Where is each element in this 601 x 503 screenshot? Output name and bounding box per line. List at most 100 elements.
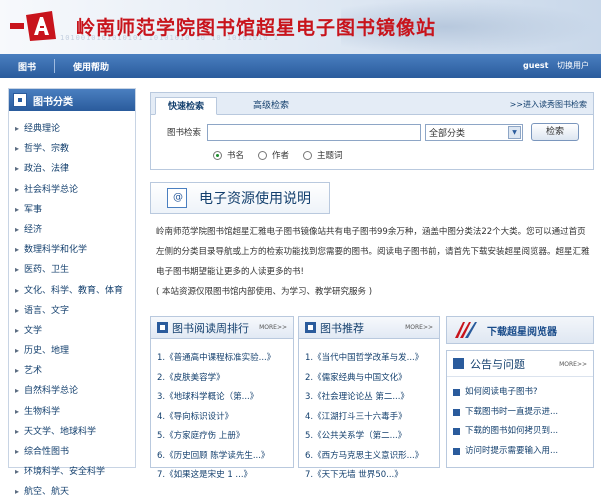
list-item[interactable]: 2.《皮肤美容学》 — [157, 369, 293, 389]
list-icon — [305, 322, 316, 333]
recommend-panel: 图书推荐 MORE>> 1.《当代中国哲学改革与发...》 2.《儒家经典与中国… — [298, 316, 440, 480]
category-item[interactable]: 艺术 — [15, 361, 135, 381]
radio-button[interactable] — [213, 150, 222, 160]
bullet-icon — [453, 389, 460, 397]
category-select[interactable]: 全部分类 ▼ — [425, 123, 524, 141]
top-navbar: 图书 使用帮助 guest 切换用户 — [0, 54, 601, 78]
more-link[interactable]: MORE>> — [259, 324, 287, 331]
list-item[interactable]: 6.《历史回顾 陈学读先生...》 — [157, 447, 293, 467]
radio-label: 书名 — [227, 151, 245, 161]
search-tabs: 快速检索 高级检索 >>进入读秀图书检索 — [151, 93, 593, 115]
category-icon — [13, 93, 27, 107]
radio-title[interactable]: 书名 — [213, 149, 244, 161]
panel-title: 图书阅读周排行 — [172, 321, 249, 335]
radio-label: 主题词 — [317, 151, 343, 161]
info-icon — [167, 188, 187, 208]
notice-panel: 公告与问题 MORE>> 如何阅读电子图书? 下载图书时一直提示进... 下载的… — [446, 350, 594, 468]
category-item[interactable]: 军事 — [15, 200, 135, 220]
more-link[interactable]: MORE>> — [559, 361, 587, 368]
list-item[interactable]: 5.《公共关系学（第二...》 — [305, 427, 439, 447]
sidebar-title: 图书分类 — [33, 96, 73, 108]
search-label: 图书检索 — [167, 128, 202, 138]
radio-subject[interactable]: 主题词 — [303, 149, 343, 161]
resources-title: 电子资源使用说明 — [199, 191, 311, 207]
nav-help-link[interactable]: 使用帮助 — [55, 60, 127, 73]
search-row: 图书检索 全部分类 ▼ 检索 — [167, 123, 580, 141]
more-link[interactable]: MORE>> — [405, 324, 433, 331]
list-item[interactable]: 1.《当代中国哲学改革与发...》 — [305, 349, 439, 369]
category-item[interactable]: 自然科学总论 — [15, 381, 135, 401]
weekly-ranking-panel: 图书阅读周排行 MORE>> 1.《普通高中课程标准实验...》 2.《皮肤美容… — [150, 316, 294, 480]
user-area: guest 切换用户 — [523, 60, 589, 71]
search-button[interactable]: 检索 — [531, 123, 580, 141]
category-item[interactable]: 语言、文字 — [15, 301, 135, 321]
list-item[interactable]: 6.《西方马克思主义意识形...》 — [305, 447, 439, 467]
list-item[interactable]: 1.《普通高中课程标准实验...》 — [157, 349, 293, 369]
category-item[interactable]: 数理科学和化学 — [15, 240, 135, 260]
category-sidebar: 图书分类 经典理论 哲学、宗教 政治、法律 社会科学总论 军事 经济 数理科学和… — [8, 88, 136, 497]
chevron-down-icon[interactable]: ▼ — [508, 125, 522, 139]
category-item[interactable]: 文化、科学、教育、体育 — [15, 281, 135, 301]
notice-item[interactable]: 访问时提示需要输入用... — [453, 442, 593, 462]
notice-item-label: 下载图书时一直提示进... — [465, 406, 559, 417]
category-item[interactable]: 航空、航天 — [15, 482, 135, 502]
search-input[interactable] — [207, 123, 422, 141]
recommend-list: 1.《当代中国哲学改革与发...》 2.《儒家经典与中国文化》 3.《社会理论论… — [299, 339, 439, 486]
notice-item[interactable]: 下载的图书如何拷贝到... — [453, 422, 593, 442]
site-title: 岭南师范学院图书馆超星电子图书镜像站 — [76, 17, 437, 39]
resources-note: ( 本站资源仅限图书馆内部使用、为学习、教学研究服务 ) — [156, 287, 373, 297]
list-item[interactable]: 3.《社会理论论丛 第二...》 — [305, 388, 439, 408]
notice-item[interactable]: 如何阅读电子图书? — [453, 383, 593, 403]
notice-item[interactable]: 下载图书时一直提示进... — [453, 403, 593, 423]
category-item[interactable]: 医药、卫生 — [15, 260, 135, 280]
panel-header: 图书推荐 MORE>> — [299, 317, 439, 339]
notice-title: 公告与问题 — [470, 357, 525, 371]
category-item[interactable]: 综合性图书 — [15, 442, 135, 462]
list-item[interactable]: 7.《天下无墙 世界50...》 — [305, 466, 439, 486]
category-item[interactable]: 文学 — [15, 321, 135, 341]
download-reader-button[interactable]: 下载超星阅览器 — [446, 316, 594, 344]
radio-label: 作者 — [272, 151, 290, 161]
resources-description: 岭南师范学院图书馆超星汇雅电子图书镜像站共有电子图书99余万种，涵盖中图分类法2… — [156, 222, 592, 302]
tab-quick-search[interactable]: 快速检索 — [155, 97, 218, 115]
category-item[interactable]: 历史、地理 — [15, 341, 135, 361]
list-item[interactable]: 4.《导向标识设计》 — [157, 408, 293, 428]
list-item[interactable]: 5.《方家庭疗伤 上册》 — [157, 427, 293, 447]
category-item[interactable]: 经济 — [15, 220, 135, 240]
category-item[interactable]: 生物科学 — [15, 402, 135, 422]
category-item[interactable]: 哲学、宗教 — [15, 139, 135, 159]
category-item[interactable]: 政治、法律 — [15, 159, 135, 179]
radio-author[interactable]: 作者 — [258, 149, 289, 161]
list-item[interactable]: 2.《儒家经典与中国文化》 — [305, 369, 439, 389]
notice-item-label: 下载的图书如何拷贝到... — [465, 426, 559, 437]
list-item[interactable]: 4.《江湖打斗三十六毒手》 — [305, 408, 439, 428]
download-reader-label: 下载超星阅览器 — [487, 326, 557, 338]
list-icon — [157, 322, 168, 333]
category-item[interactable]: 天文学、地球科学 — [15, 422, 135, 442]
resources-title-box: 电子资源使用说明 — [150, 182, 330, 214]
category-item[interactable]: 经典理论 — [15, 119, 135, 139]
category-list: 经典理论 哲学、宗教 政治、法律 社会科学总论 军事 经济 数理科学和化学 医药… — [9, 111, 135, 503]
list-item[interactable]: 3.《地球科学概论（第...》 — [157, 388, 293, 408]
bullet-icon — [453, 408, 460, 416]
search-panel: 快速检索 高级检索 >>进入读秀图书检索 图书检索 全部分类 ▼ 检索 书名 作… — [150, 92, 594, 170]
logo-icon — [10, 11, 56, 41]
bullet-icon — [453, 447, 460, 455]
notice-icon — [453, 358, 464, 369]
category-select-value: 全部分类 — [429, 128, 466, 139]
nav-books-link[interactable]: 图书 — [0, 60, 54, 73]
list-item[interactable]: 7.《如果这是宋史 1 ...》 — [157, 466, 293, 486]
reader-flag-icon — [455, 322, 477, 338]
bullet-icon — [453, 428, 460, 436]
duxiu-search-link[interactable]: >>进入读秀图书检索 — [510, 99, 587, 110]
username-label: guest — [523, 61, 549, 70]
search-field-radios: 书名 作者 主题词 — [213, 149, 357, 161]
category-item[interactable]: 社会科学总论 — [15, 180, 135, 200]
radio-button[interactable] — [258, 150, 268, 160]
switch-user-link[interactable]: 切换用户 — [557, 61, 589, 70]
tab-advanced-search[interactable]: 高级检索 — [241, 97, 301, 115]
notice-header: 公告与问题 MORE>> — [447, 351, 593, 377]
radio-button[interactable] — [303, 150, 313, 160]
ranking-list: 1.《普通高中课程标准实验...》 2.《皮肤美容学》 3.《地球科学概论（第.… — [151, 339, 293, 486]
category-item[interactable]: 环境科学、安全科学 — [15, 462, 135, 482]
